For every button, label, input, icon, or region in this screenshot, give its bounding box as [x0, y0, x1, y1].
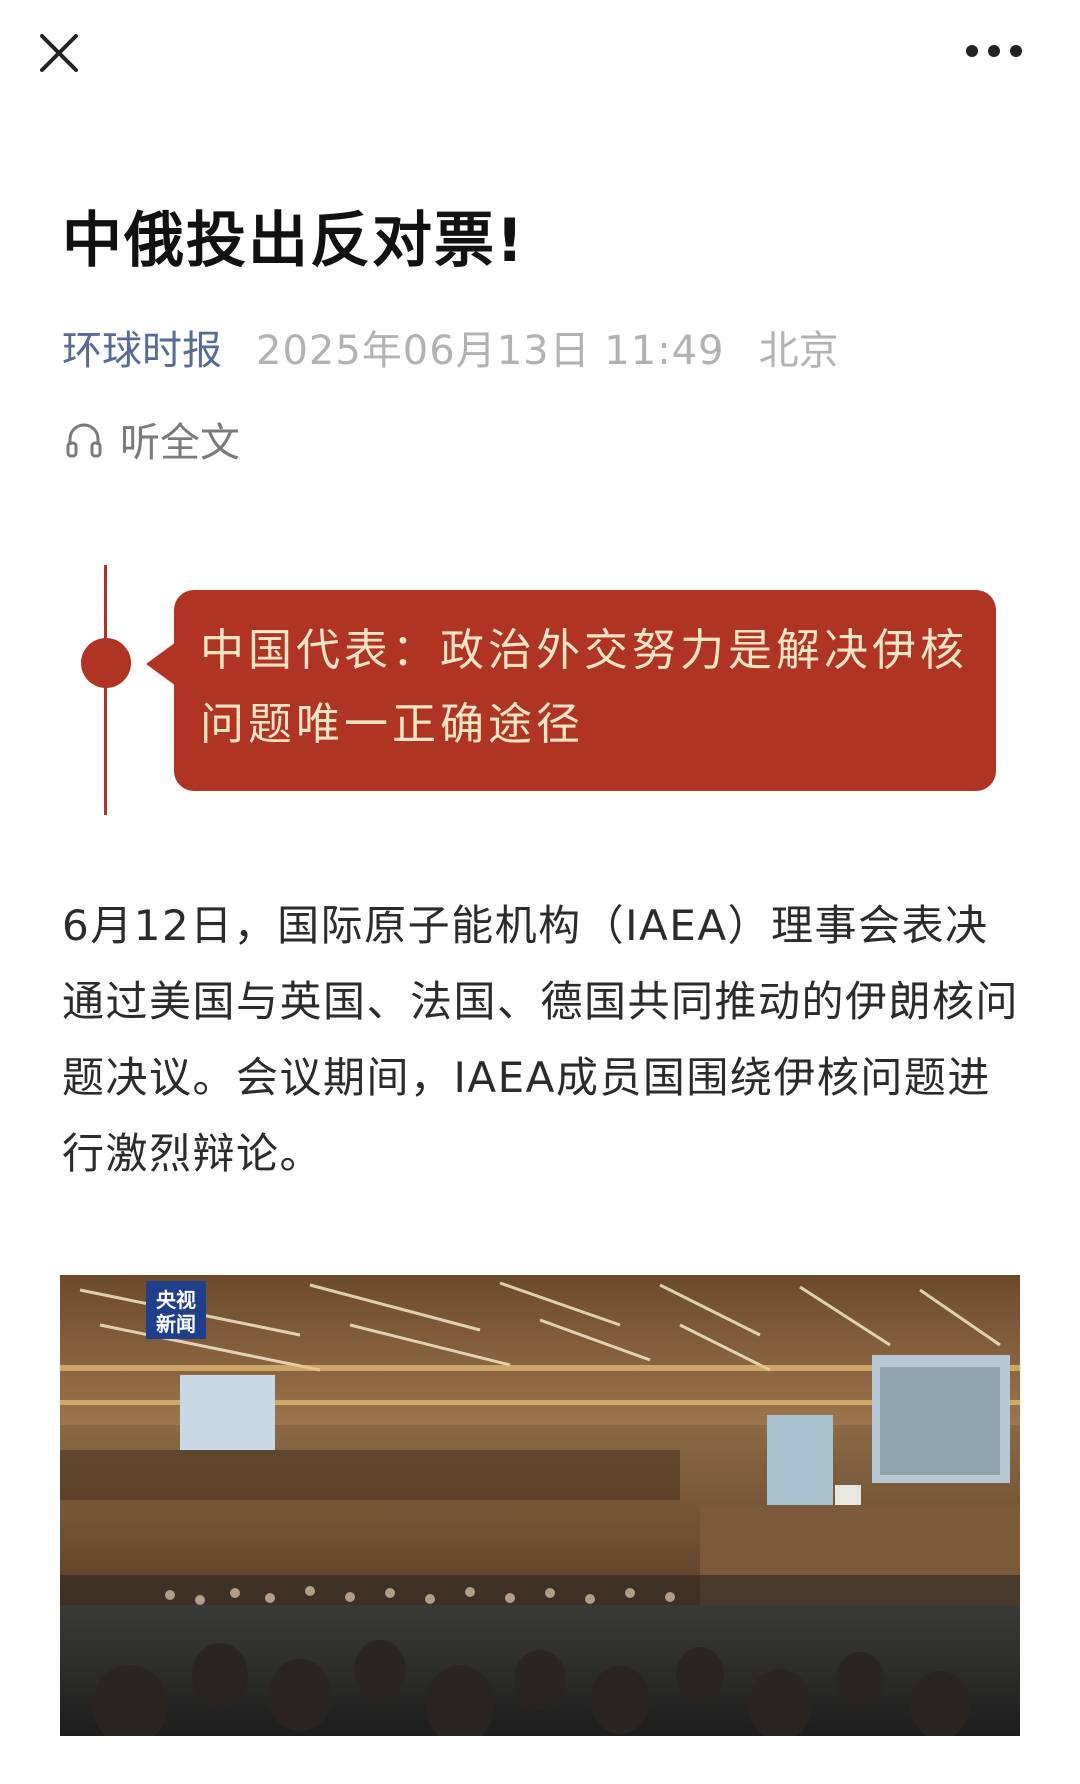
headline-callout: 中国代表：政治外交努力是解决伊核问题唯一正确途径: [174, 590, 996, 791]
headphones-icon: [66, 423, 102, 458]
article-title: 中俄投出反对票!: [62, 206, 526, 276]
article-paragraph: 6月12日，国际原子能机构（IAEA）理事会表决通过美国与英国、法国、德国共同推…: [62, 901, 1020, 1178]
publish-location: 北京: [758, 328, 839, 374]
more-options-button[interactable]: [964, 36, 1024, 66]
conference-hall-image: 央视 新闻: [60, 1275, 1020, 1736]
callout-arrow: [146, 642, 176, 686]
more-icon: [966, 45, 1022, 57]
source-link[interactable]: 环球时报: [62, 318, 222, 376]
close-icon: [40, 34, 78, 72]
listen-full-text-button[interactable]: 听全文: [64, 412, 240, 466]
top-bar: [0, 0, 1080, 110]
close-button[interactable]: [34, 28, 84, 78]
timeline-line: [104, 565, 107, 815]
watermark-line1: 央视: [156, 1288, 196, 1312]
article-photo[interactable]: 央视 新闻: [60, 1275, 1020, 1736]
timeline-dot: [81, 638, 131, 688]
watermark-line2: 新闻: [156, 1312, 196, 1336]
listen-label: 听全文: [120, 420, 240, 466]
callout-text: 中国代表：政治外交努力是解决伊核问题唯一正确途径: [200, 625, 968, 750]
article-meta: 环球时报 2025年06月13日 11:49 北京: [62, 322, 839, 374]
publish-datetime: 2025年06月13日 11:49: [256, 328, 725, 374]
